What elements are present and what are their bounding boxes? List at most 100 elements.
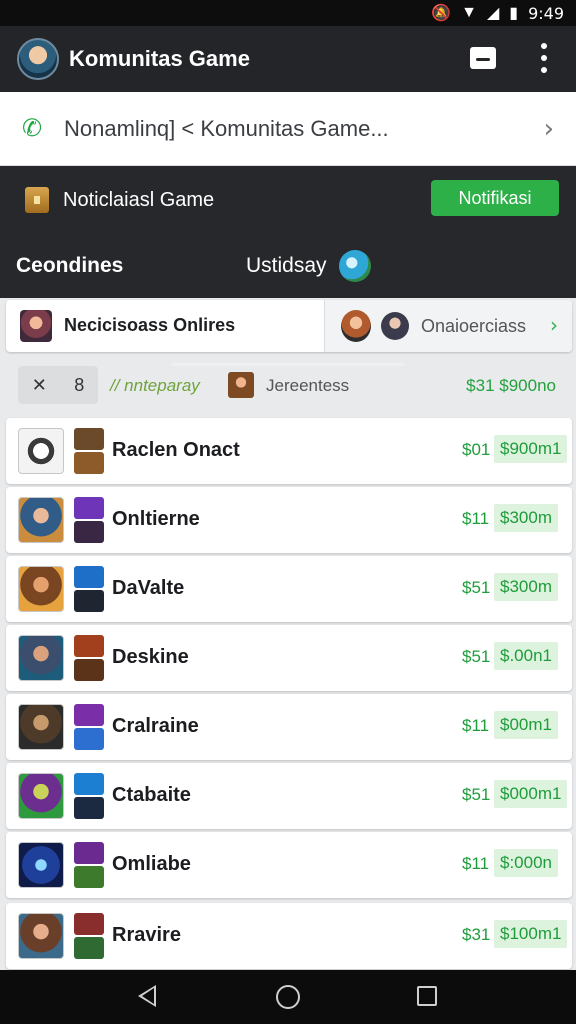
close-icon[interactable]: ✕ [32,375,47,396]
status-bar: 🔕 ▼ ◢ ▮ 9:49 [0,0,576,26]
item-name: DaValte [112,577,185,599]
character-icon [381,312,409,340]
item-price-left: $11 [462,854,490,873]
hero-icon [74,428,104,450]
game-avatar [18,704,64,750]
game-avatar [18,913,64,959]
filter-row[interactable]: Necicisoass Onlires Onaioerciass › [6,300,572,352]
tab-ustidsay[interactable]: Ustidsay [246,234,371,298]
item-price-right: $300m [494,573,558,601]
sub-bar-price: $31 $900no [466,376,556,395]
item-price-right: $300m [494,504,558,532]
system-nav-bar [0,970,576,1024]
item-name: Omliabe [112,853,191,875]
battery-icon: ▮ [509,5,519,22]
phone-icon: ✆ [22,115,43,142]
item-price-left: $51 [462,578,491,597]
game-avatar [18,842,64,888]
notice-section: Noticlaiasl Game Notifikasi Ceondines Us… [0,166,576,366]
tab-label: Ceondines [16,254,124,277]
call-bar[interactable]: ✆ Nonamlinq] < Komunitas Game... › [0,92,576,166]
clock: 9:49 [528,3,564,23]
list-item[interactable]: DaValte $51 $300m [6,556,572,622]
hero-icon [74,866,104,888]
item-name: Onltierne [112,508,200,530]
list-item[interactable]: Onltierne $11 $300m [6,487,572,553]
item-price-left: $11 [462,509,490,528]
hint-text: // nnteparay [110,376,200,395]
game-avatar [18,428,64,474]
game-avatar [18,635,64,681]
hero-icon [74,590,104,612]
character-icon [228,372,254,398]
item-name: Ctabaite [112,784,191,806]
item-name: Deskine [112,646,189,668]
filter-label: Necicisoass Onlires [64,315,236,335]
hero-icon [74,659,104,681]
filter-thumbnail [20,310,52,342]
chevron-right-icon[interactable]: › [550,313,558,337]
game-avatar [18,497,64,543]
item-price-left: $11 [462,716,490,735]
list-item[interactable]: Ctabaite $51 $000m1 [6,763,572,829]
item-price-right: $900m1 [494,435,568,463]
item-name: Raclen Onact [112,439,240,461]
hero-icon [74,497,104,519]
item-price-left: $51 [462,785,491,804]
filter-options-label: Onaioerciass [421,316,527,336]
avatar[interactable] [17,38,59,80]
tab-bar: Ceondines Ustidsay [0,234,576,366]
item-price-right: $000m1 [494,780,568,808]
list-item[interactable]: Rravire $31 $100m1 [6,903,572,969]
hero-icon [74,842,104,864]
sub-bar: ✕ 8 // nnteparay Jereentess $31 $900no [0,358,576,414]
tab-ceondines[interactable]: Ceondines [16,234,123,298]
item-name: Rravire [112,924,181,946]
hero-icon [74,635,104,657]
app-bar: Komunitas Game [0,26,576,92]
notice-title: Noticlaiasl Game [63,188,215,211]
treasure-chest-icon [25,187,49,213]
chevron-right-icon[interactable]: › [544,114,554,144]
hero-icon [74,937,104,959]
notice-row: Noticlaiasl Game Notifikasi [0,166,576,234]
item-price-left: $51 [462,647,491,666]
back-icon[interactable] [138,985,156,1007]
item-price-left: $01 [462,440,491,459]
character-icon [341,310,371,342]
message-icon[interactable] [470,47,496,69]
hero-icon [74,728,104,750]
sub-bar-label: Jereentess [266,376,350,395]
recent-apps-icon[interactable] [417,986,437,1006]
hero-icon [74,773,104,795]
hero-icon [74,704,104,726]
mute-icon: 🔕 [431,5,452,22]
list-item[interactable]: Raclen Onact $01 $900m1 [6,418,572,484]
game-avatar [18,773,64,819]
list-item[interactable]: Omliabe $11 $:000n [6,832,572,898]
hero-icon [74,566,104,588]
item-price-right: $:000n [494,849,558,877]
tab-label: Ustidsay [246,254,327,277]
call-bar-text: Nonamlinq] < Komunitas Game... [64,115,389,141]
list-item[interactable]: Cralraine $11 $00m1 [6,694,572,760]
globe-icon [338,250,371,282]
hero-icon [74,913,104,935]
filter-options[interactable]: Onaioerciass › [324,300,572,352]
hero-icon [74,797,104,819]
list-item[interactable]: Deskine $51 $.00n1 [6,625,572,691]
more-options-icon[interactable] [536,43,552,73]
item-price-left: $31 [462,925,491,944]
toggle-box[interactable]: ✕ 8 [18,366,98,404]
hero-icon [74,452,104,474]
item-name: Cralraine [112,715,199,737]
item-price-right: $100m1 [494,920,568,948]
home-icon[interactable] [276,985,300,1009]
hero-icon [74,521,104,543]
signal-icon: ◢ [486,5,500,22]
app-title: Komunitas Game [69,46,250,71]
item-price-right: $00m1 [494,711,558,739]
status-icons: 🔕 ▼ ◢ ▮ 9:49 [431,3,564,23]
notify-button[interactable]: Notifikasi [431,180,559,216]
game-avatar [18,566,64,612]
